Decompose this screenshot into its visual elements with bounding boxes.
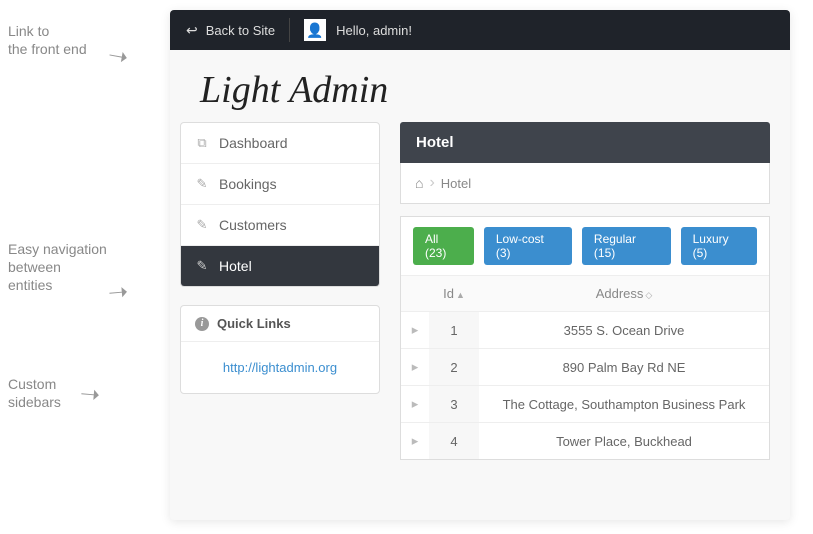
cell-address: 3555 S. Ocean Drive: [479, 312, 769, 349]
edit-icon: ✎: [195, 217, 209, 233]
annotation-sidebars: Custom sidebars: [8, 375, 61, 411]
quicklinks-title: Quick Links: [217, 316, 291, 331]
breadcrumb: ⌂ › Hotel: [401, 163, 769, 203]
table-row[interactable]: ▸ 4 Tower Place, Buckhead: [401, 423, 769, 460]
home-icon[interactable]: ⌂: [415, 175, 423, 191]
sidebar-item-label: Bookings: [219, 176, 277, 192]
column-header-address[interactable]: Address◇: [479, 276, 769, 312]
hotel-table: Id▲ Address◇ ▸ 1 3555 S. Ocean Drive ▸ 2: [401, 275, 769, 459]
column-expand: [401, 276, 429, 312]
sort-asc-icon: ▲: [456, 290, 465, 300]
greeting-text: Hello, admin!: [336, 23, 412, 38]
expand-row-icon[interactable]: ▸: [401, 312, 429, 349]
brand-title: Light Admin: [170, 50, 790, 122]
cell-id: 4: [429, 423, 479, 460]
dashboard-icon: ⧉: [195, 135, 209, 151]
annotation-frontend-link: Link to the front end: [8, 22, 87, 58]
quicklinks-panel: i Quick Links http://lightadmin.org: [180, 305, 380, 394]
filter-bar: All (23) Low-cost (3) Regular (15) Luxur…: [401, 217, 769, 275]
info-icon: i: [195, 317, 209, 331]
cell-id: 1: [429, 312, 479, 349]
quicklinks-header: i Quick Links: [181, 306, 379, 342]
expand-row-icon[interactable]: ▸: [401, 386, 429, 423]
sidebar-item-label: Customers: [219, 217, 287, 233]
topbar: ↩ Back to Site 👤 Hello, admin!: [170, 10, 790, 50]
filter-all[interactable]: All (23): [413, 227, 474, 265]
sidebar-item-bookings[interactable]: ✎ Bookings: [181, 164, 379, 205]
sidebar-item-hotel[interactable]: ✎ Hotel: [181, 246, 379, 286]
column-header-id[interactable]: Id▲: [429, 276, 479, 312]
main-panel: Hotel ⌂ › Hotel All (23) Low-cost (3) Re…: [400, 122, 770, 460]
table-row[interactable]: ▸ 1 3555 S. Ocean Drive: [401, 312, 769, 349]
divider: [289, 18, 290, 42]
cell-id: 2: [429, 349, 479, 386]
chevron-right-icon: ›: [429, 175, 434, 191]
edit-icon: ✎: [195, 176, 209, 192]
filter-lowcost[interactable]: Low-cost (3): [484, 227, 572, 265]
arrow-icon: ➝: [106, 40, 131, 72]
breadcrumb-current: Hotel: [441, 176, 471, 191]
back-to-site-link[interactable]: ↩ Back to Site: [186, 22, 275, 39]
cell-id: 3: [429, 386, 479, 423]
annotation-easy-nav: Easy navigation between entities: [8, 240, 107, 295]
cell-address: 890 Palm Bay Rd NE: [479, 349, 769, 386]
quicklink-url[interactable]: http://lightadmin.org: [223, 360, 337, 375]
edit-icon: ✎: [195, 258, 209, 274]
nav: ⧉ Dashboard ✎ Bookings ✎ Customers ✎ Hot…: [180, 122, 380, 287]
sidebar-item-label: Hotel: [219, 258, 252, 274]
filter-luxury[interactable]: Luxury (5): [681, 227, 757, 265]
sort-icon: ◇: [645, 290, 652, 300]
table-row[interactable]: ▸ 3 The Cottage, Southampton Business Pa…: [401, 386, 769, 423]
reply-arrow-icon: ↩: [186, 22, 198, 39]
table-row[interactable]: ▸ 2 890 Palm Bay Rd NE: [401, 349, 769, 386]
filter-regular[interactable]: Regular (15): [582, 227, 671, 265]
sidebar-item-customers[interactable]: ✎ Customers: [181, 205, 379, 246]
app-window: ↩ Back to Site 👤 Hello, admin! Light Adm…: [170, 10, 790, 520]
avatar-icon[interactable]: 👤: [304, 19, 326, 41]
cell-address: The Cottage, Southampton Business Park: [479, 386, 769, 423]
arrow-icon: ➝: [107, 277, 130, 308]
back-label: Back to Site: [206, 23, 275, 38]
expand-row-icon[interactable]: ▸: [401, 349, 429, 386]
sidebar-item-label: Dashboard: [219, 135, 288, 151]
cell-address: Tower Place, Buckhead: [479, 423, 769, 460]
expand-row-icon[interactable]: ▸: [401, 423, 429, 460]
sidebar-item-dashboard[interactable]: ⧉ Dashboard: [181, 123, 379, 164]
arrow-icon: ➝: [79, 379, 102, 410]
sidebar: ⧉ Dashboard ✎ Bookings ✎ Customers ✎ Hot…: [180, 122, 380, 460]
panel-title: Hotel: [400, 122, 770, 163]
